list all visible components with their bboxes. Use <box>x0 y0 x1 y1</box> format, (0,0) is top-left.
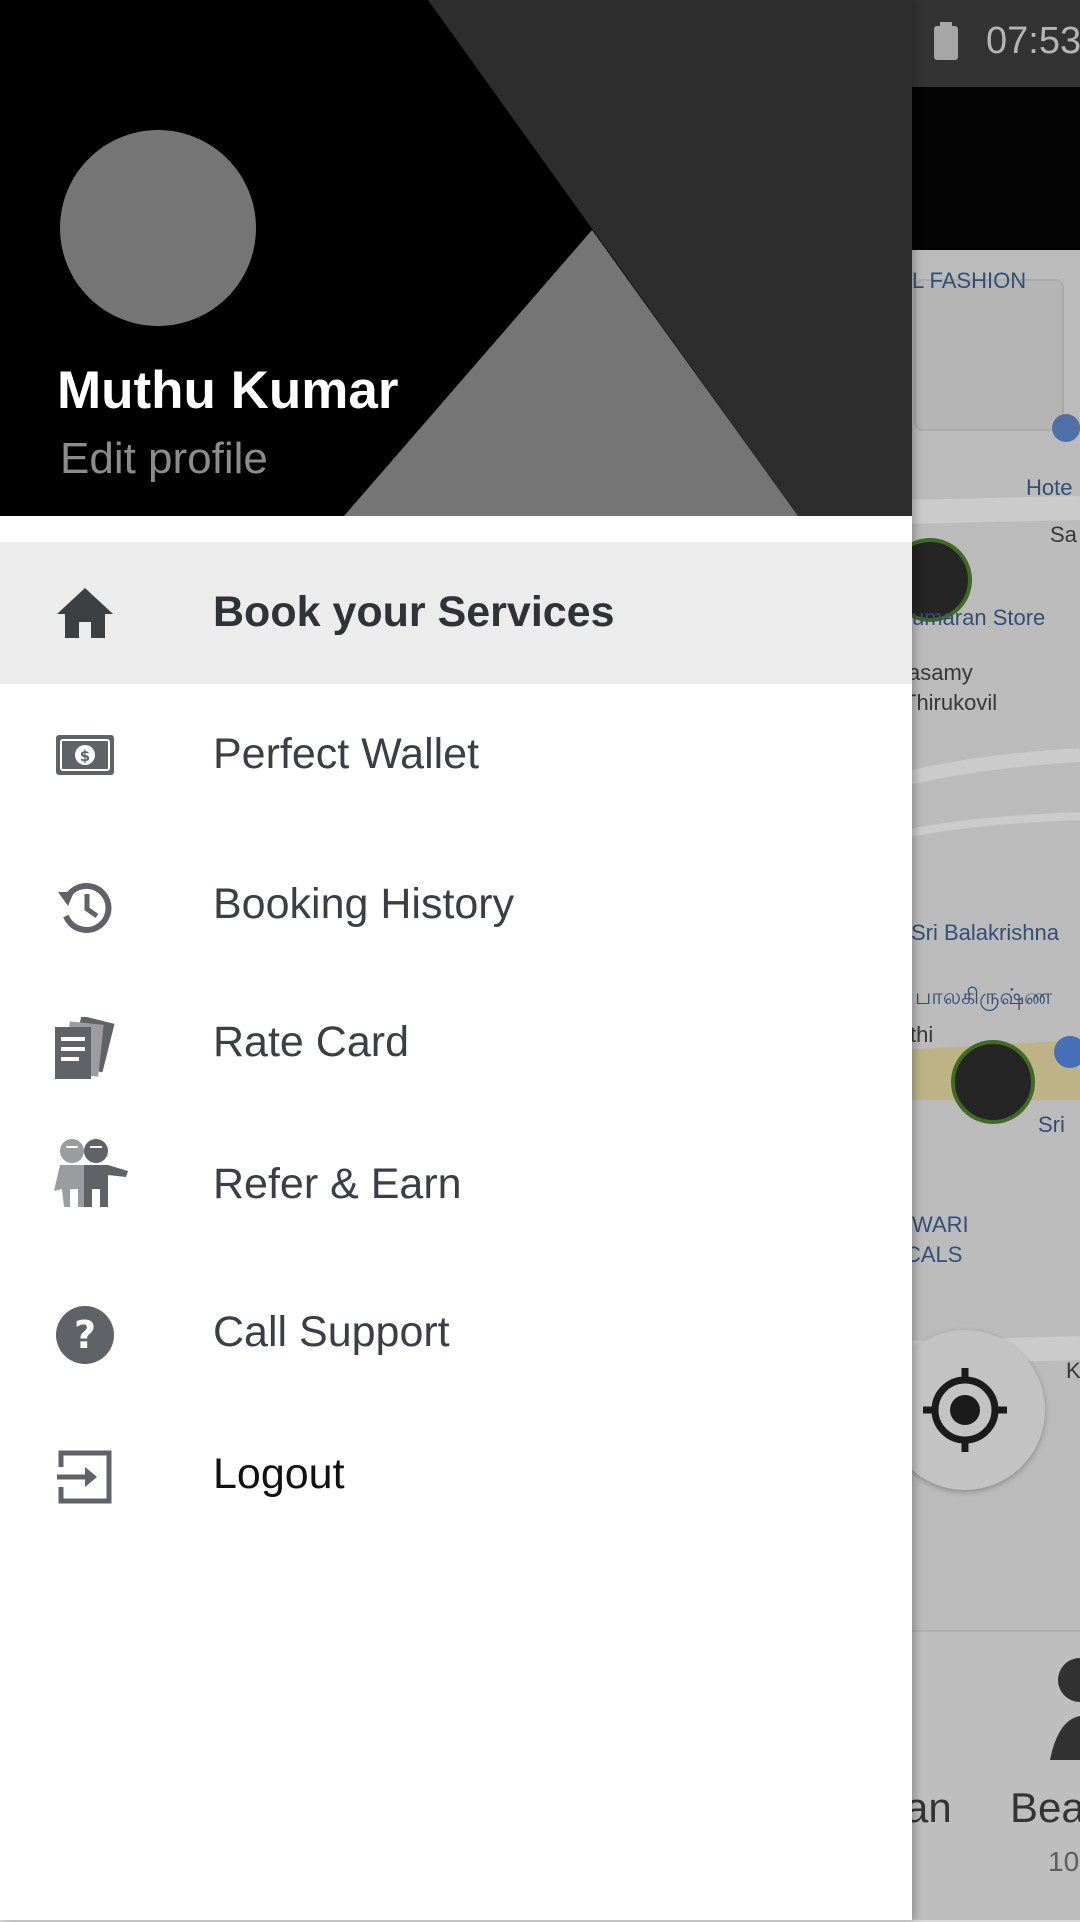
menu-item-book-services[interactable]: Book your Services <box>0 542 912 684</box>
menu-item-wallet[interactable]: $ Perfect Wallet <box>0 684 912 826</box>
menu-item-booking-history[interactable]: Booking History <box>0 826 912 968</box>
menu-item-label: Book your Services <box>213 588 615 636</box>
menu-item-logout[interactable]: Logout <box>0 1394 912 1536</box>
user-name: Muthu Kumar <box>57 361 399 420</box>
navigation-drawer: Muthu Kumar Edit profile Book your Servi… <box>0 0 912 1920</box>
history-icon <box>52 874 118 940</box>
money-icon: $ <box>52 722 118 788</box>
menu-item-call-support[interactable]: ? Call Support <box>0 1252 912 1394</box>
refer-people-icon <box>52 1139 132 1207</box>
help-icon: ? <box>52 1302 118 1368</box>
menu-item-label: Booking History <box>213 880 515 928</box>
svg-text:$: $ <box>80 747 90 765</box>
drawer-header: Muthu Kumar Edit profile <box>0 0 912 516</box>
menu-item-label: Logout <box>213 1450 345 1498</box>
menu-item-rate-card[interactable]: Rate Card <box>0 968 912 1110</box>
avatar[interactable] <box>60 130 256 326</box>
menu-item-label: Perfect Wallet <box>213 730 480 778</box>
menu-item-label: Refer & Earn <box>213 1160 462 1208</box>
menu-item-refer-earn[interactable]: Refer & Earn <box>0 1110 912 1252</box>
home-icon <box>52 580 118 646</box>
menu-item-label: Call Support <box>213 1308 450 1356</box>
rate-card-icon <box>52 1016 118 1082</box>
logout-icon <box>52 1444 118 1510</box>
edit-profile-link[interactable]: Edit profile <box>60 434 268 484</box>
menu-item-label: Rate Card <box>213 1018 409 1066</box>
svg-text:?: ? <box>74 1313 96 1357</box>
